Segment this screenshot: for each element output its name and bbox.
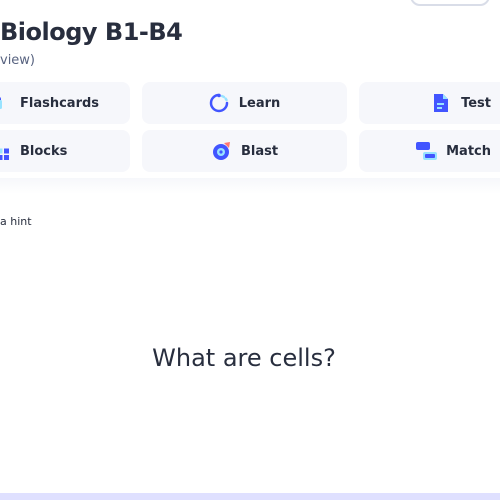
flashcards-label: Flashcards [20,95,100,111]
blocks-mode-button[interactable]: Blocks [0,130,130,172]
test-label: Test [461,95,491,111]
blast-icon [211,141,231,161]
learn-mode-button[interactable]: Learn [142,82,347,124]
hint-link[interactable]: a hint [0,215,32,228]
match-icon [416,141,438,161]
section-divider [0,178,500,194]
blocks-label: Blocks [20,143,68,159]
blast-mode-button[interactable]: Blast [142,130,347,172]
test-icon [431,93,451,113]
header-action-button[interactable] [410,0,490,6]
learn-icon [209,93,229,113]
bottom-bar [0,493,500,500]
blocks-icon [0,141,10,161]
test-mode-button[interactable]: Test [359,82,500,124]
flashcards-mode-button[interactable]: Flashcards [0,82,130,124]
match-label: Match [446,143,491,159]
set-subtitle: view) [0,53,36,68]
study-set-page: Biology B1-B4 view) Flashcards Learn Tes… [0,0,500,500]
set-title: Biology B1-B4 [0,18,183,46]
flashcards-icon [0,93,10,113]
learn-label: Learn [238,95,281,111]
match-mode-button[interactable]: Match [359,130,500,172]
blast-label: Blast [240,143,279,159]
flashcard-term[interactable]: What are cells? [0,344,488,372]
